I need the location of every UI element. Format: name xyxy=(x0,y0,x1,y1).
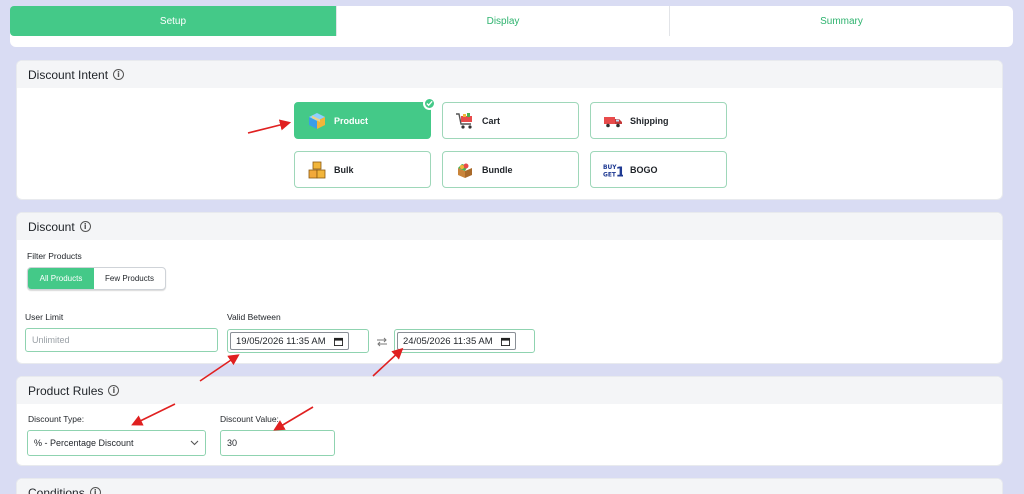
annotation-arrow xyxy=(131,403,176,426)
annotation-arrows xyxy=(131,119,404,431)
annotation-arrow xyxy=(372,347,404,377)
annotation-arrow xyxy=(199,354,240,382)
annotation-arrow xyxy=(273,406,314,431)
annotation-arrow xyxy=(247,119,292,134)
